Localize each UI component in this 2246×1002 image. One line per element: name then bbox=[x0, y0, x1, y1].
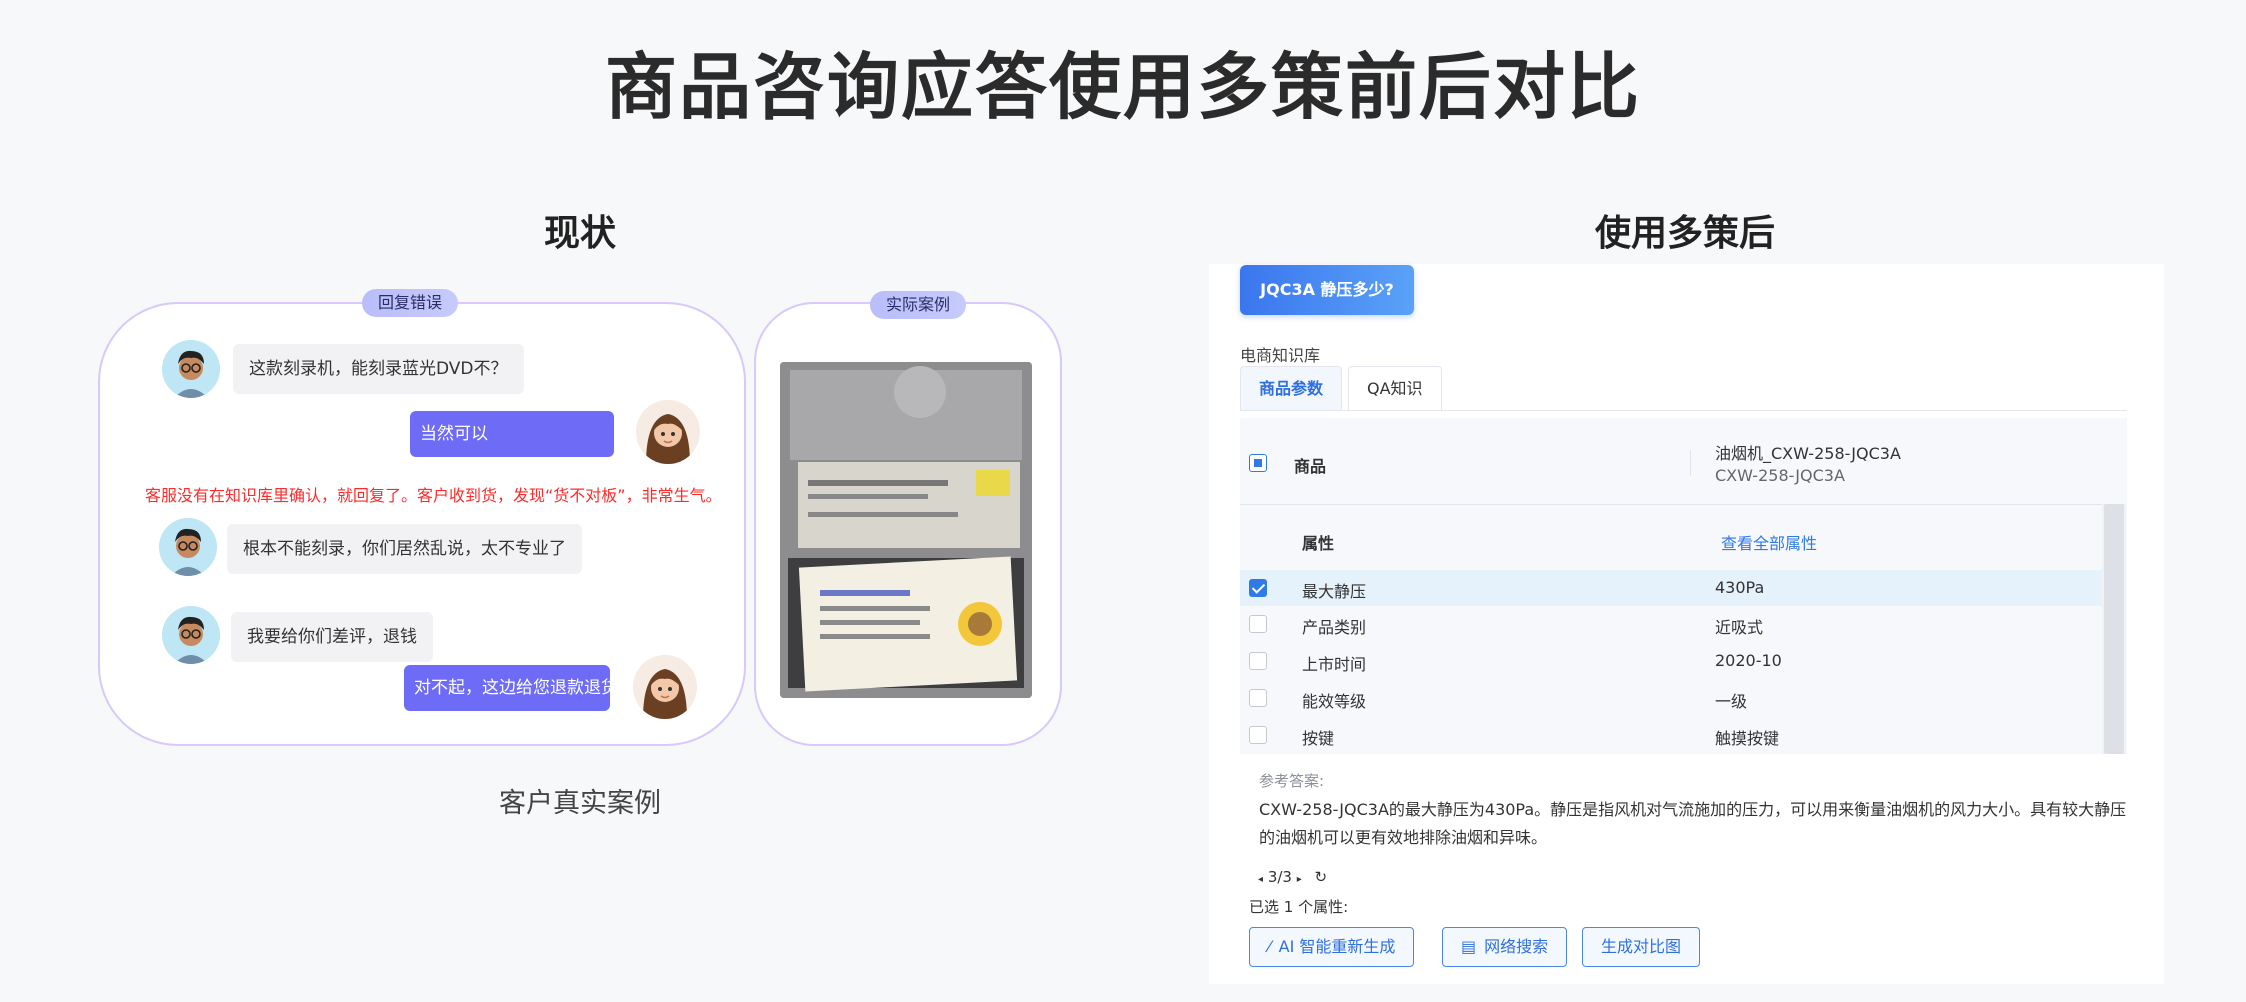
tab-product-params[interactable]: 商品参数 bbox=[1240, 366, 1343, 410]
refresh-icon[interactable]: ↻ bbox=[1315, 868, 1328, 886]
attribute-checkbox[interactable] bbox=[1249, 726, 1267, 744]
chat-message-1: 这款刻录机，能刻录蓝光DVD不？ bbox=[233, 344, 524, 394]
attribute-value: 2020-10 bbox=[1715, 651, 1782, 670]
product-checkbox[interactable] bbox=[1249, 454, 1267, 472]
page-title: 商品咨询应答使用多策前后对比 bbox=[604, 45, 1641, 129]
attribute-name: 能效等级 bbox=[1302, 692, 1367, 711]
section-title-current: 现状 bbox=[543, 213, 616, 254]
attribute-checkbox[interactable] bbox=[1249, 579, 1267, 597]
attribute-value: 一级 bbox=[1715, 692, 1748, 711]
generate-comparison-label: 生成对比图 bbox=[1601, 937, 1682, 956]
attribute-value: 近吸式 bbox=[1715, 618, 1764, 637]
pager-next-icon[interactable]: ▸ bbox=[1297, 874, 1302, 885]
reference-answer-text: CXW-258-JQC3A的最大静压为430Pa。静压是指风机对气流施加的压力，… bbox=[1259, 800, 2127, 847]
scrollbar-thumb[interactable] bbox=[2104, 504, 2124, 754]
ai-regenerate-button[interactable]: ⁄ AI 智能重新生成 bbox=[1249, 927, 1415, 967]
customer-avatar bbox=[159, 518, 217, 576]
query-button[interactable]: JQC3A 静压多少? bbox=[1240, 265, 1414, 315]
warning-text: 客服没有在知识库里确认，就回复了。客户收到货，发现“货不对板”，非常生气。 bbox=[145, 486, 722, 505]
web-search-button[interactable]: ▤ 网络搜索 bbox=[1442, 927, 1568, 967]
attribute-name: 产品类别 bbox=[1302, 618, 1367, 637]
row-divider bbox=[1240, 504, 2102, 505]
caption-real-case: 客户真实案例 bbox=[499, 788, 661, 819]
pager-prev-icon[interactable]: ◂ bbox=[1258, 874, 1263, 885]
tag-real-case: 实际案例 bbox=[870, 291, 967, 319]
tag-wrong-reply: 回复错误 bbox=[362, 289, 459, 317]
agent-avatar bbox=[633, 655, 697, 719]
chat-message-4: 我要给你们差评，退钱 bbox=[231, 612, 433, 662]
tab-divider bbox=[1240, 410, 2127, 411]
customer-avatar bbox=[162, 340, 220, 398]
attribute-checkbox[interactable] bbox=[1249, 689, 1267, 707]
attribute-header: 属性 bbox=[1302, 534, 1335, 553]
web-search-label: 网络搜索 bbox=[1484, 937, 1549, 956]
highlighted-row bbox=[1240, 570, 2102, 606]
search-doc-icon: ▤ bbox=[1461, 937, 1477, 956]
selected-attributes-info: 已选 1 个属性: bbox=[1249, 898, 1349, 916]
pager-text: 3/3 bbox=[1267, 868, 1292, 886]
product-label: 商品 bbox=[1294, 457, 1327, 476]
chat-message-3: 根本不能刻录，你们居然乱说，太不专业了 bbox=[227, 524, 582, 574]
attribute-name: 最大静压 bbox=[1302, 582, 1367, 601]
chat-message-5: 对不起，这边给您退款退货 bbox=[404, 665, 618, 711]
attribute-value: 触摸按键 bbox=[1715, 729, 1780, 748]
product-model: CXW-258-JQC3A bbox=[1715, 466, 1845, 485]
case-photo bbox=[780, 362, 1032, 698]
reference-answer-label: 参考答案: bbox=[1259, 772, 1325, 790]
attribute-checkbox[interactable] bbox=[1249, 652, 1267, 670]
product-name: 油烟机_CXW-258-JQC3A bbox=[1715, 444, 1901, 463]
chat-message-2: 当然可以 bbox=[410, 411, 614, 457]
attribute-name: 按键 bbox=[1302, 729, 1335, 748]
answer-pager: ◂ 3/3 ▸ ↻ bbox=[1258, 868, 1327, 886]
attribute-name: 上市时间 bbox=[1302, 655, 1367, 674]
generate-comparison-button[interactable]: 生成对比图 bbox=[1582, 927, 1701, 967]
attribute-value: 430Pa bbox=[1715, 578, 1765, 597]
column-divider bbox=[1690, 450, 1691, 476]
section-title-after: 使用多策后 bbox=[1594, 213, 1775, 254]
view-all-attributes-link[interactable]: 查看全部属性 bbox=[1721, 530, 1817, 554]
tab-qa-knowledge[interactable]: QA知识 bbox=[1348, 366, 1442, 410]
knowledge-base-label: 电商知识库 bbox=[1240, 346, 1321, 365]
magic-wand-icon: ⁄ bbox=[1268, 937, 1271, 956]
attribute-checkbox[interactable] bbox=[1249, 615, 1267, 633]
ai-regenerate-label: AI 智能重新生成 bbox=[1278, 937, 1396, 956]
agent-avatar bbox=[636, 400, 700, 464]
customer-avatar bbox=[162, 606, 220, 664]
